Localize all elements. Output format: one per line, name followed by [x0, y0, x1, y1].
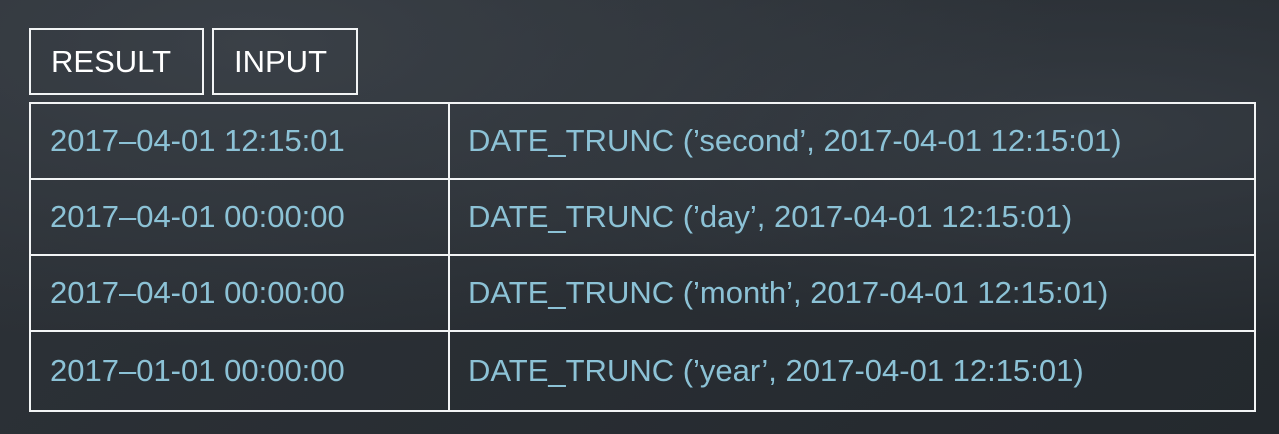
table-row: 2017–04-01 00:00:00 DATE_TRUNC (’month’,… [31, 256, 1254, 332]
input-cell: DATE_TRUNC (’day’, 2017-04-01 12:15:01) [468, 199, 1073, 234]
input-column-header: INPUT [212, 28, 358, 95]
table-row: 2017–04-01 00:00:00 DATE_TRUNC (’day’, 2… [31, 180, 1254, 256]
result-cell: 2017–04-01 00:00:00 [31, 256, 450, 330]
table-row: 2017–04-01 12:15:01 DATE_TRUNC (’second’… [31, 104, 1254, 180]
date-trunc-table: 2017–04-01 12:15:01 DATE_TRUNC (’second’… [29, 102, 1256, 412]
result-cell: 2017–04-01 00:00:00 [31, 180, 450, 254]
result-cell: 2017–04-01 12:15:01 [31, 104, 450, 178]
input-cell: DATE_TRUNC (’month’, 2017-04-01 12:15:01… [468, 275, 1109, 310]
table-row: 2017–01-01 00:00:00 DATE_TRUNC (’year’, … [31, 332, 1254, 410]
input-cell: DATE_TRUNC (’year’, 2017-04-01 12:15:01) [468, 353, 1084, 388]
result-column-header: RESULT [29, 28, 204, 95]
input-cell: DATE_TRUNC (’second’, 2017-04-01 12:15:0… [468, 123, 1122, 158]
header-row: RESULT INPUT [29, 28, 358, 95]
result-cell: 2017–01-01 00:00:00 [31, 332, 450, 410]
